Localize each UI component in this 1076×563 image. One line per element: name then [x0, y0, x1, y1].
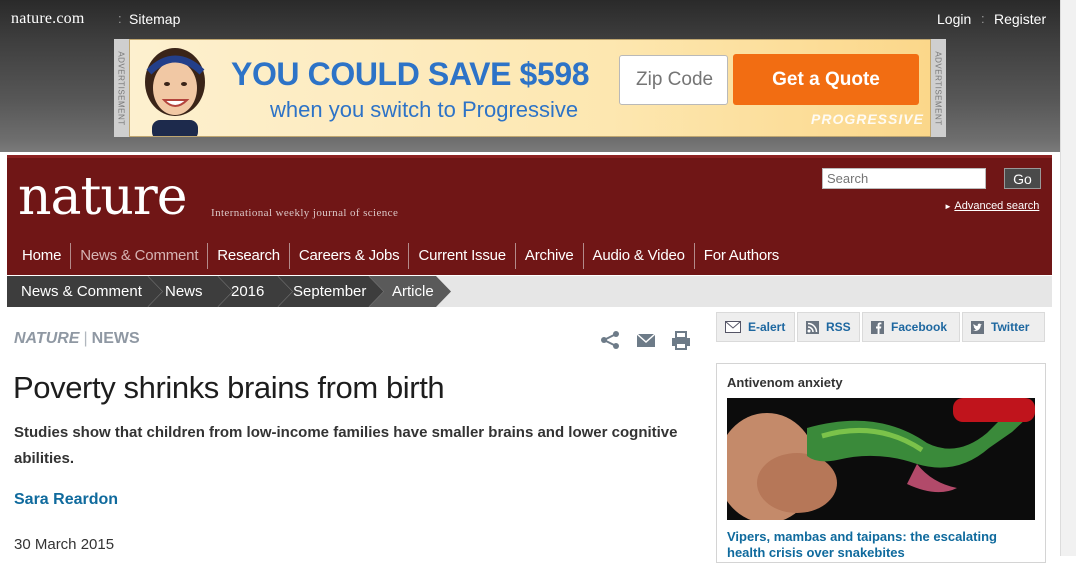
zip-code-input[interactable]: [619, 55, 728, 105]
article-standfirst: Studies show that children from low-inco…: [14, 424, 678, 467]
register-link[interactable]: Register: [994, 10, 1046, 28]
main-nav: Home News & Comment Research Careers & J…: [13, 243, 788, 269]
breadcrumb-news-comment[interactable]: News & Comment: [21, 276, 142, 307]
nav-current-issue[interactable]: Current Issue: [408, 243, 514, 269]
facebook-button[interactable]: Facebook: [862, 312, 960, 342]
nav-research[interactable]: Research: [207, 243, 289, 269]
share-icon[interactable]: [599, 330, 621, 350]
article-kicker: NATURE | NEWS: [14, 330, 140, 347]
site-logo[interactable]: nature.com: [11, 10, 85, 28]
feature-box: Antivenom anxiety Vipers, mambas and tai…: [716, 363, 1046, 563]
ad-label: ADVERTISEMENT: [931, 39, 946, 137]
ad-brand-logo: PROGRESSIVE: [811, 111, 924, 127]
nav-for-authors[interactable]: For Authors: [693, 243, 788, 269]
print-icon[interactable]: [670, 330, 692, 350]
breadcrumb-bar: News & Comment News 2016 September Artic…: [7, 276, 1052, 307]
publish-date: 30 March 2015: [14, 536, 115, 553]
separator: :: [981, 11, 985, 26]
ad-subline: when you switch to Progressive: [270, 97, 579, 122]
ad-label: ADVERTISEMENT: [114, 39, 129, 137]
advanced-search-link[interactable]: ► Advanced search: [944, 200, 1039, 212]
e-alert-button[interactable]: E-alert: [716, 312, 795, 342]
login-link[interactable]: Login: [937, 10, 971, 28]
separator: :: [118, 11, 122, 26]
feature-title: Antivenom anxiety: [727, 375, 843, 390]
twitter-button[interactable]: Twitter: [962, 312, 1045, 342]
nav-archive[interactable]: Archive: [514, 243, 583, 269]
mail-icon: [725, 321, 741, 333]
email-icon[interactable]: [635, 330, 657, 350]
ad-headline: YOU COULD SAVE $598: [231, 56, 590, 92]
nav-careers-jobs[interactable]: Careers & Jobs: [288, 243, 409, 269]
feature-link[interactable]: Vipers, mambas and taipans: the escalati…: [727, 529, 1027, 561]
section-label[interactable]: NEWS: [92, 330, 140, 347]
nav-news-comment[interactable]: News & Comment: [70, 243, 207, 269]
scrollbar[interactable]: [1060, 0, 1076, 556]
masthead: nature International weekly journal of s…: [7, 155, 1052, 275]
rss-button[interactable]: RSS: [797, 312, 860, 342]
facebook-icon: [871, 320, 884, 334]
snake-image[interactable]: [727, 398, 1035, 520]
get-a-quote-button[interactable]: Get a Quote: [733, 54, 919, 105]
sitemap-link[interactable]: Sitemap: [129, 10, 180, 28]
author-link[interactable]: Sara Reardon: [14, 491, 118, 509]
twitter-icon: [971, 320, 984, 334]
tagline: International weekly journal of science: [211, 207, 399, 219]
article-title: Poverty shrinks brains from birth: [13, 370, 445, 405]
ad-banner[interactable]: YOU COULD SAVE $598 when you switch to P…: [129, 39, 931, 137]
nav-audio-video[interactable]: Audio & Video: [582, 243, 694, 269]
breadcrumb-month[interactable]: September: [293, 276, 366, 307]
rss-icon: [806, 320, 819, 334]
journal-label: NATURE: [14, 330, 80, 347]
nature-logo[interactable]: nature: [18, 167, 188, 227]
breadcrumb-news[interactable]: News: [165, 276, 203, 307]
ad-person-image: [145, 48, 205, 136]
search-input[interactable]: [822, 168, 986, 189]
nav-home[interactable]: Home: [13, 243, 70, 269]
top-bar: nature.com : Sitemap Login : Register AD…: [0, 0, 1060, 152]
go-button[interactable]: Go: [1004, 168, 1041, 189]
breadcrumb-article: Article: [392, 283, 434, 300]
arrow-icon: ►: [944, 202, 952, 211]
breadcrumb-year[interactable]: 2016: [231, 276, 264, 307]
